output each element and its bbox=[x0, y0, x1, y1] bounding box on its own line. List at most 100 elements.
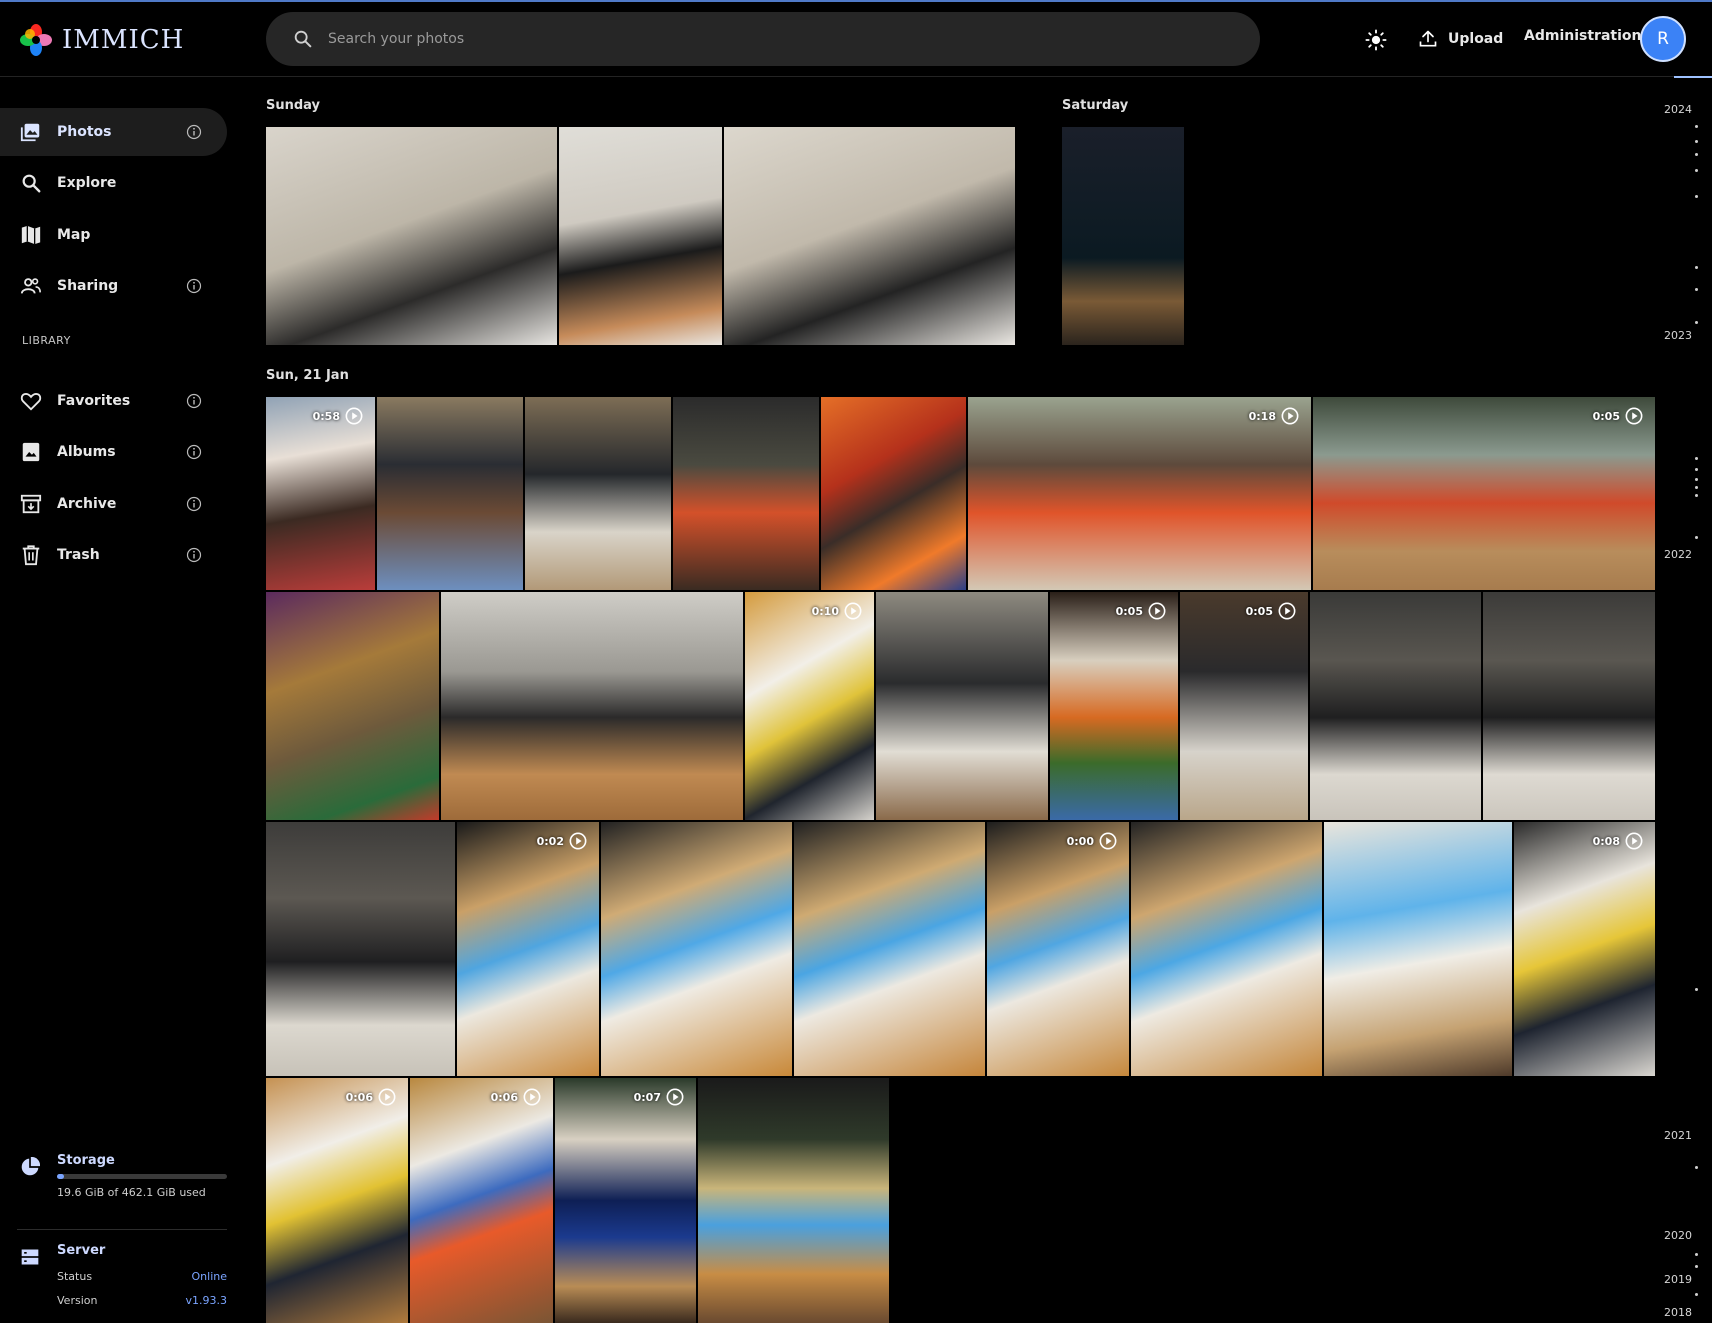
album-icon bbox=[22, 442, 40, 462]
duration-text: 0:05 bbox=[1245, 604, 1273, 618]
scrubber-year[interactable]: 2022 bbox=[1664, 548, 1692, 561]
video-duration: 0:05 bbox=[1593, 407, 1643, 425]
sidebar-item-photos[interactable]: Photos bbox=[0, 108, 227, 156]
play-icon bbox=[1099, 832, 1117, 850]
video-duration: 0:02 bbox=[537, 832, 587, 850]
theme-toggle-button[interactable] bbox=[1360, 24, 1392, 56]
video-duration: 0:08 bbox=[1593, 832, 1643, 850]
date-group-label: Saturday bbox=[1062, 98, 1129, 113]
sidebar-item-archive[interactable]: Archive bbox=[0, 480, 227, 528]
photo-thumbnail[interactable] bbox=[525, 397, 671, 590]
search-input[interactable] bbox=[326, 30, 1150, 48]
upload-button[interactable]: Upload bbox=[1418, 24, 1503, 54]
video-thumbnail[interactable]: 0:00 bbox=[987, 822, 1129, 1076]
duration-text: 0:58 bbox=[312, 409, 340, 423]
info-icon[interactable] bbox=[186, 124, 202, 140]
video-duration: 0:00 bbox=[1067, 832, 1117, 850]
magnify-icon bbox=[22, 174, 41, 193]
photo-thumbnail[interactable] bbox=[876, 592, 1048, 820]
scrubber-year[interactable]: 2018 bbox=[1664, 1306, 1692, 1319]
photo-thumbnail[interactable] bbox=[1062, 127, 1184, 345]
server-version-value[interactable]: v1.93.3 bbox=[186, 1294, 228, 1307]
photo-thumbnail[interactable] bbox=[377, 397, 523, 590]
sidebar-item-label: Map bbox=[57, 227, 91, 243]
play-icon bbox=[844, 602, 862, 620]
sidebar-item-sharing[interactable]: Sharing bbox=[0, 262, 227, 310]
administration-button[interactable]: Administration bbox=[1524, 28, 1641, 44]
video-thumbnail[interactable]: 0:06 bbox=[266, 1078, 408, 1323]
photo-thumbnail[interactable] bbox=[1483, 592, 1655, 820]
video-thumbnail[interactable]: 0:58 bbox=[266, 397, 375, 590]
info-icon[interactable] bbox=[186, 547, 202, 563]
info-icon[interactable] bbox=[186, 496, 202, 512]
sidebar-item-trash[interactable]: Trash bbox=[0, 531, 227, 579]
scrubber-year[interactable]: 2021 bbox=[1664, 1129, 1692, 1142]
video-duration: 0:58 bbox=[313, 407, 363, 425]
sidebar-item-explore[interactable]: Explore bbox=[0, 159, 227, 207]
video-thumbnail[interactable]: 0:08 bbox=[1514, 822, 1655, 1076]
video-thumbnail[interactable]: 0:10 bbox=[745, 592, 874, 820]
app-logo[interactable]: IMMICH bbox=[20, 24, 184, 56]
photo-thumbnail[interactable] bbox=[1131, 822, 1322, 1076]
server-version-label: Version bbox=[57, 1294, 98, 1307]
play-icon bbox=[666, 1088, 684, 1106]
sidebar-item-favorites[interactable]: Favorites bbox=[0, 377, 227, 425]
video-duration: 0:18 bbox=[1249, 407, 1299, 425]
search-bar[interactable] bbox=[266, 12, 1260, 66]
duration-text: 0:08 bbox=[1592, 834, 1620, 848]
storage-usage-bar bbox=[57, 1174, 227, 1179]
date-group-label: Sun, 21 Jan bbox=[266, 368, 349, 383]
sidebar-item-map[interactable]: Map bbox=[0, 211, 227, 259]
photo-thumbnail[interactable] bbox=[821, 397, 966, 590]
scrubber-dot bbox=[1695, 153, 1698, 156]
scrubber-year[interactable]: 2024 bbox=[1664, 103, 1692, 116]
library-section-label: LIBRARY bbox=[22, 334, 71, 347]
scrubber-year[interactable]: 2019 bbox=[1664, 1273, 1692, 1286]
scrubber-dot bbox=[1695, 1253, 1698, 1256]
video-thumbnail[interactable]: 0:05 bbox=[1050, 592, 1178, 820]
scrubber-dot bbox=[1695, 1166, 1698, 1169]
photo-thumbnail[interactable] bbox=[266, 127, 557, 345]
video-duration: 0:10 bbox=[812, 602, 862, 620]
scrubber-dot bbox=[1695, 457, 1698, 460]
upload-icon bbox=[1419, 30, 1437, 47]
storage-panel: Storage 19.6 GiB of 462.1 GiB used bbox=[0, 1153, 240, 1213]
photo-thumbnail[interactable] bbox=[601, 822, 792, 1076]
photo-thumbnail[interactable] bbox=[1324, 822, 1512, 1076]
sun-icon bbox=[1365, 29, 1387, 51]
people-icon bbox=[20, 278, 41, 294]
scrubber-year[interactable]: 2020 bbox=[1664, 1229, 1692, 1242]
server-status-value: Online bbox=[191, 1270, 227, 1283]
scrubber-year[interactable]: 2023 bbox=[1664, 329, 1692, 342]
photo-thumbnail[interactable] bbox=[698, 1078, 889, 1323]
photo-thumbnail[interactable] bbox=[724, 127, 1015, 345]
photo-thumbnail[interactable] bbox=[559, 127, 722, 345]
photo-thumbnail[interactable] bbox=[794, 822, 985, 1076]
video-thumbnail[interactable]: 0:02 bbox=[457, 822, 599, 1076]
info-icon[interactable] bbox=[186, 278, 202, 294]
scrubber-dot bbox=[1695, 468, 1698, 471]
info-icon[interactable] bbox=[186, 444, 202, 460]
duration-text: 0:05 bbox=[1115, 604, 1143, 618]
photo-thumbnail[interactable] bbox=[266, 592, 439, 820]
photo-thumbnail[interactable] bbox=[1310, 592, 1481, 820]
duration-text: 0:00 bbox=[1066, 834, 1094, 848]
server-status-label: Status bbox=[57, 1270, 93, 1283]
app-name: IMMICH bbox=[62, 25, 185, 55]
video-thumbnail[interactable]: 0:18 bbox=[968, 397, 1311, 590]
video-thumbnail[interactable]: 0:06 bbox=[410, 1078, 553, 1323]
sidebar-item-albums[interactable]: Albums bbox=[0, 428, 227, 476]
video-thumbnail[interactable]: 0:05 bbox=[1180, 592, 1308, 820]
server-version-row: Version v1.93.3 bbox=[57, 1294, 227, 1307]
video-thumbnail[interactable]: 0:05 bbox=[1313, 397, 1655, 590]
photo-thumbnail[interactable] bbox=[266, 822, 455, 1076]
date-group-label: Sunday bbox=[266, 98, 321, 113]
photo-thumbnail[interactable] bbox=[441, 592, 743, 820]
info-icon[interactable] bbox=[186, 393, 202, 409]
user-avatar[interactable]: R bbox=[1640, 16, 1686, 62]
duration-text: 0:10 bbox=[811, 604, 839, 618]
duration-text: 0:05 bbox=[1592, 409, 1620, 423]
photo-thumbnail[interactable] bbox=[673, 397, 819, 590]
immich-logo-icon bbox=[20, 24, 52, 56]
video-thumbnail[interactable]: 0:07 bbox=[555, 1078, 696, 1323]
